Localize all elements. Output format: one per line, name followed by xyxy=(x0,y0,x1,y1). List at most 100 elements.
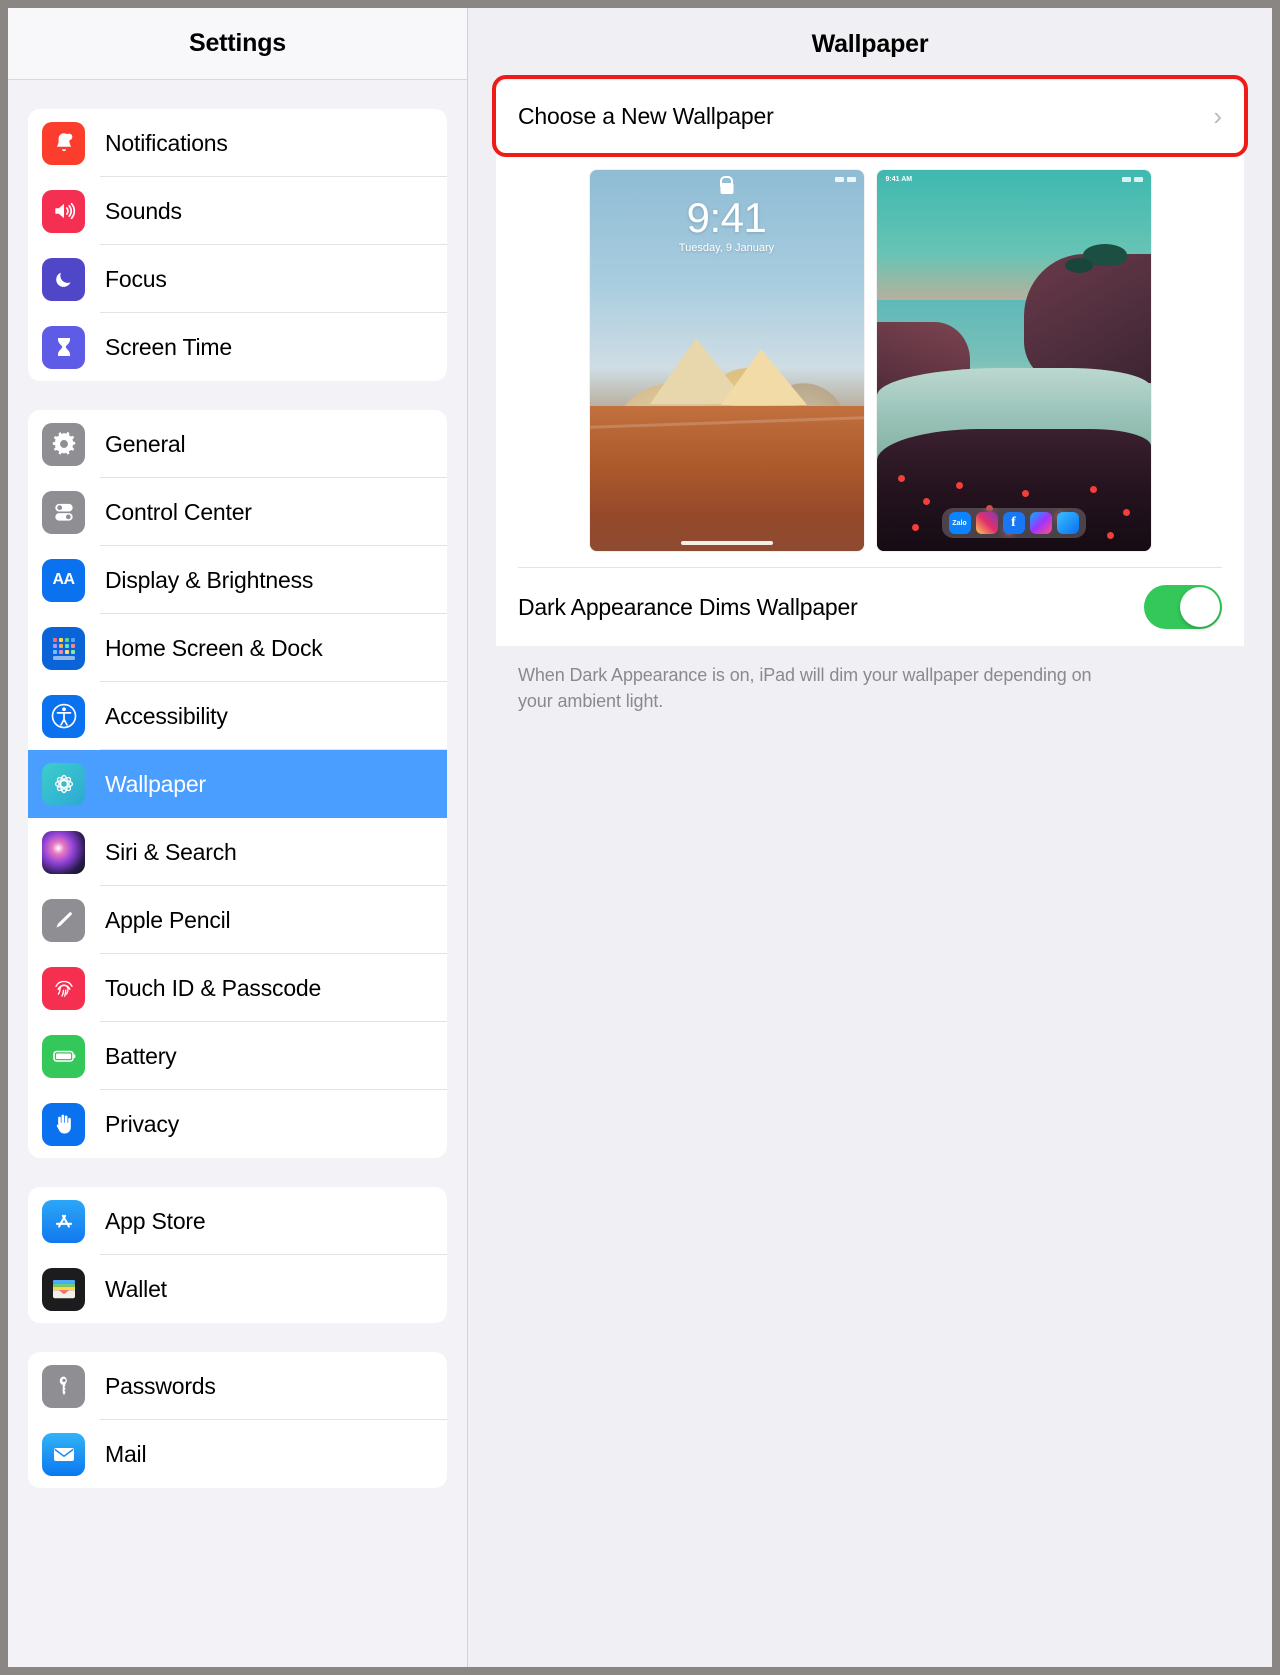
sidebar-item-label: Screen Time xyxy=(105,333,232,360)
sidebar-item-label: Display & Brightness xyxy=(105,566,314,593)
siri-icon xyxy=(42,830,85,874)
sidebar-item-general[interactable]: General xyxy=(28,410,447,478)
sidebar-item-accessibility[interactable]: Accessibility xyxy=(28,682,447,750)
sidebar-item-label: Apple Pencil xyxy=(105,906,231,933)
home-screen-preview[interactable]: 9:41 AM Zalo f xyxy=(876,170,1151,551)
lock-screen-time: 9:41 xyxy=(686,194,767,241)
home-tree-2 xyxy=(1064,258,1093,273)
lock-desert-ground xyxy=(589,406,864,551)
sidebar-header: Settings xyxy=(8,8,467,80)
sidebar-item-label: Wallet xyxy=(105,1275,167,1302)
sidebar-item-sounds[interactable]: Sounds xyxy=(28,177,447,245)
sidebar-item-label: Battery xyxy=(105,1042,177,1069)
sidebar-item-notifications[interactable]: Notifications xyxy=(28,109,447,177)
sidebar-group-3: App Store Wallet xyxy=(28,1187,447,1323)
sidebar-item-label: Mail xyxy=(105,1440,147,1467)
sidebar-item-wallet[interactable]: Wallet xyxy=(28,1255,447,1323)
home-status-bar xyxy=(1121,177,1143,182)
sidebar-item-label: Home Screen & Dock xyxy=(105,634,323,661)
choose-new-wallpaper-label: Choose a New Wallpaper xyxy=(518,102,774,129)
focus-icon xyxy=(42,257,85,301)
wallpaper-detail-pane: Wallpaper Choose a New Wallpaper › 9:41 … xyxy=(468,8,1272,1667)
instagram-app-icon[interactable] xyxy=(975,512,998,534)
sidebar-group-2: General Control Center AA Display & Brig… xyxy=(28,410,447,1158)
sidebar-group-4: Passwords Mail xyxy=(28,1352,447,1488)
sidebar-item-label: Control Center xyxy=(105,498,252,525)
settings-sidebar: Settings Notifications Sounds Focus Scre… xyxy=(8,8,468,1667)
fingerprint-icon xyxy=(42,966,85,1010)
sidebar-item-display-brightness[interactable]: AA Display & Brightness xyxy=(28,546,447,614)
choose-new-wallpaper-row[interactable]: Choose a New Wallpaper › xyxy=(496,80,1244,152)
home-screen-icon xyxy=(42,626,85,670)
dark-appearance-footer-note: When Dark Appearance is on, iPad will di… xyxy=(518,665,1092,711)
sidebar-scroll-area[interactable]: Notifications Sounds Focus Screen Time G… xyxy=(8,109,467,1488)
dark-appearance-row: Dark Appearance Dims Wallpaper xyxy=(496,568,1244,646)
lock-screen-preview[interactable]: 9:41 Tuesday, 9 January xyxy=(589,170,864,551)
sidebar-item-label: Passwords xyxy=(105,1372,216,1399)
sidebar-item-label: Privacy xyxy=(105,1110,180,1137)
sidebar-item-focus[interactable]: Focus xyxy=(28,245,447,313)
control-center-icon xyxy=(42,490,85,534)
key-icon xyxy=(42,1364,85,1408)
facebook-app-icon[interactable]: f xyxy=(1002,512,1025,534)
sidebar-item-siri-search[interactable]: Siri & Search xyxy=(28,818,447,886)
sidebar-item-control-center[interactable]: Control Center xyxy=(28,478,447,546)
sidebar-item-home-screen-dock[interactable]: Home Screen & Dock xyxy=(28,614,447,682)
lock-screen-date: Tuesday, 9 January xyxy=(678,242,775,254)
detail-page-title: Wallpaper xyxy=(811,29,929,58)
lock-status-bar xyxy=(834,177,856,182)
dark-appearance-toggle[interactable] xyxy=(1144,585,1222,629)
sidebar-item-label: Notifications xyxy=(105,129,228,156)
gear-icon xyxy=(42,422,85,466)
wallet-icon xyxy=(42,1267,85,1311)
flower-icon xyxy=(923,497,931,505)
sidebar-item-privacy[interactable]: Privacy xyxy=(28,1090,447,1158)
toggle-knob xyxy=(1180,587,1220,627)
home-indicator xyxy=(680,541,773,545)
messenger-app-icon[interactable] xyxy=(1029,512,1052,534)
sidebar-item-label: Focus xyxy=(105,265,167,292)
sidebar-item-mail[interactable]: Mail xyxy=(28,1420,447,1488)
flower-icon xyxy=(1106,531,1114,539)
notifications-icon xyxy=(42,121,85,165)
safari-app-icon[interactable] xyxy=(1056,512,1079,534)
page-title: Settings xyxy=(188,29,287,57)
dark-appearance-label: Dark Appearance Dims Wallpaper xyxy=(518,593,858,620)
mail-icon xyxy=(42,1432,85,1476)
battery-icon xyxy=(42,1034,85,1078)
sidebar-item-label: Wallpaper xyxy=(105,770,206,797)
app-store-icon xyxy=(42,1199,85,1243)
home-dock: Zalo f xyxy=(941,508,1086,538)
screen-time-icon xyxy=(42,325,85,369)
zalo-app-icon[interactable]: Zalo xyxy=(948,512,971,534)
wallpaper-preview-card: 9:41 Tuesday, 9 January 9:41 AM Zalo f D… xyxy=(496,148,1244,646)
chevron-right-icon: › xyxy=(1213,101,1222,131)
detail-header: Wallpaper xyxy=(468,8,1272,80)
sidebar-item-passwords[interactable]: Passwords xyxy=(28,1352,447,1420)
home-cliff-right xyxy=(1024,253,1151,384)
ipad-settings-screen: Settings Notifications Sounds Focus Scre… xyxy=(8,8,1272,1667)
sounds-icon xyxy=(42,189,85,233)
accessibility-icon xyxy=(42,694,85,738)
sidebar-group-1: Notifications Sounds Focus Screen Time xyxy=(28,109,447,381)
sidebar-item-label: Siri & Search xyxy=(105,838,237,865)
home-status-time: 9:41 AM xyxy=(885,176,913,183)
detail-body: Choose a New Wallpaper › 9:41 Tuesday, 9… xyxy=(468,75,1272,714)
wallpaper-previews: 9:41 Tuesday, 9 January 9:41 AM Zalo f xyxy=(496,170,1244,567)
sidebar-item-battery[interactable]: Battery xyxy=(28,1022,447,1090)
sidebar-item-label: App Store xyxy=(105,1207,206,1234)
choose-new-wallpaper-wrapper: Choose a New Wallpaper › xyxy=(492,75,1248,157)
display-icon: AA xyxy=(42,558,85,602)
sidebar-item-wallpaper[interactable]: Wallpaper xyxy=(28,750,447,818)
lock-icon xyxy=(720,183,733,194)
sidebar-item-label: Accessibility xyxy=(105,702,228,729)
sidebar-item-label: Touch ID & Passcode xyxy=(105,974,322,1001)
sidebar-item-touch-id-passcode[interactable]: Touch ID & Passcode xyxy=(28,954,447,1022)
pencil-icon xyxy=(42,898,85,942)
sidebar-item-label: Sounds xyxy=(105,197,182,224)
sidebar-item-apple-pencil[interactable]: Apple Pencil xyxy=(28,886,447,954)
hand-icon xyxy=(42,1102,85,1146)
sidebar-item-app-store[interactable]: App Store xyxy=(28,1187,447,1255)
wallpaper-icon xyxy=(42,762,85,806)
sidebar-item-screen-time[interactable]: Screen Time xyxy=(28,313,447,381)
